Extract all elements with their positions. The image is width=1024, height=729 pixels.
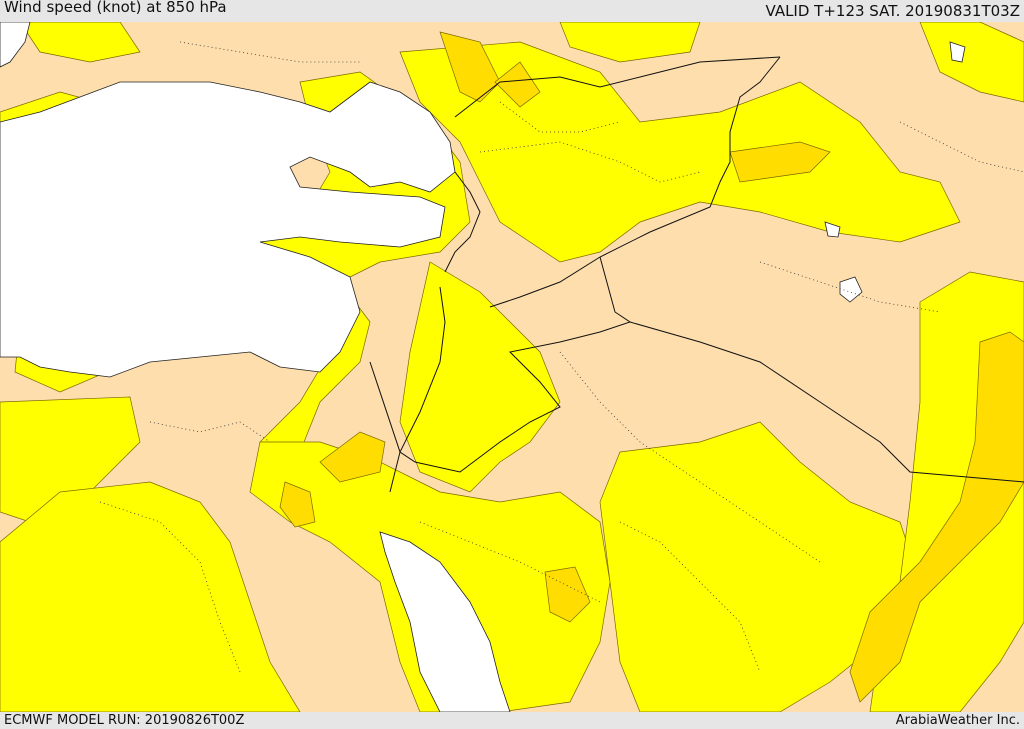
model-run-label: ECMWF MODEL RUN: 20190826T00Z (4, 713, 245, 728)
header-bar: Wind speed (knot) at 850 hPa VALID T+123… (0, 0, 1024, 22)
footer-bar: ECMWF MODEL RUN: 20190826T00Z ArabiaWeat… (0, 712, 1024, 729)
valid-time: VALID T+123 SAT. 20190831T03Z (765, 2, 1020, 20)
map-title: Wind speed (knot) at 850 hPa (4, 0, 227, 16)
credit-label: ArabiaWeather Inc. (895, 713, 1020, 728)
weather-map[interactable] (0, 22, 1024, 712)
map-canvas (0, 22, 1024, 712)
